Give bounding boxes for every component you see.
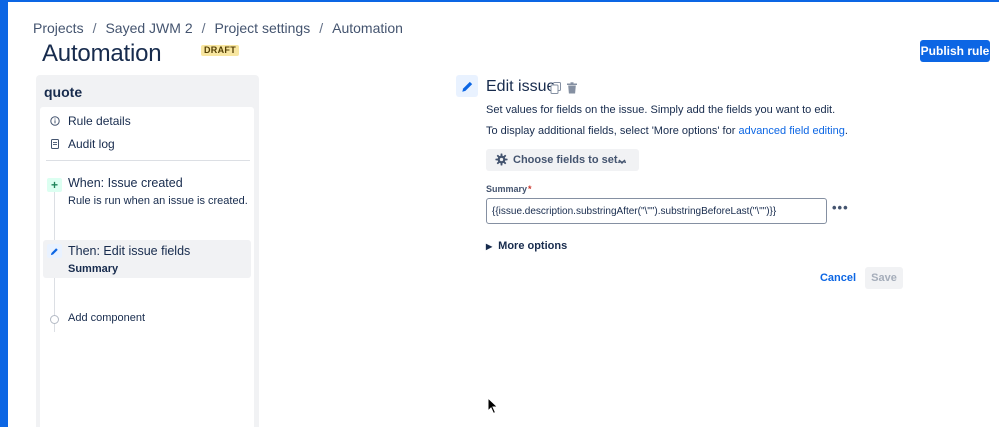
caret-right-icon: ▶ (486, 241, 493, 251)
publish-rule-button[interactable]: Publish rule (920, 40, 990, 62)
summary-field-input[interactable] (486, 198, 827, 224)
chevron-down-icon (618, 156, 626, 168)
rule-details-label: Rule details (68, 114, 131, 128)
audit-log-label: Audit log (68, 137, 115, 151)
pencil-icon (47, 244, 62, 258)
window-frame-left (0, 0, 8, 427)
save-button[interactable]: Save (865, 267, 903, 289)
rule-details-link[interactable]: Rule details (40, 110, 254, 132)
trigger-description: Rule is run when an issue is created. (68, 195, 248, 207)
summary-label-text: Summary (486, 184, 528, 194)
cancel-button[interactable]: Cancel (815, 267, 861, 289)
plus-icon: + (47, 178, 62, 192)
info-icon (50, 116, 60, 126)
breadcrumb-separator: / (201, 20, 206, 36)
pencil-icon (456, 75, 478, 97)
more-icon[interactable]: ••• (832, 200, 849, 215)
advanced-field-editing-link[interactable]: advanced field editing (738, 125, 844, 137)
additional-info-prefix: To display additional fields, select 'Mo… (486, 125, 739, 137)
additional-info-suffix: . (844, 125, 848, 137)
choose-fields-label: Choose fields to set... (513, 154, 627, 166)
breadcrumb: Projects / Sayed JWM 2 / Project setting… (33, 20, 403, 36)
rule-panel: quote Rule details Audit log + When: Iss… (36, 75, 259, 427)
gear-icon (495, 153, 508, 169)
trigger-title[interactable]: When: Issue created (68, 176, 183, 190)
editor-title: Edit issue (486, 78, 556, 95)
document-icon (50, 139, 60, 149)
breadcrumb-projects[interactable]: Projects (33, 20, 84, 36)
mouse-cursor-icon (487, 397, 499, 415)
trash-icon[interactable] (566, 81, 578, 94)
audit-log-link[interactable]: Audit log (40, 133, 254, 155)
rule-components-list: Rule details Audit log + When: Issue cre… (40, 107, 254, 427)
action-title: Then: Edit issue fields (68, 244, 191, 258)
action-subtitle: Summary (68, 263, 119, 275)
editor-additional-info: To display additional fields, select 'Mo… (486, 125, 848, 137)
breadcrumb-project-settings[interactable]: Project settings (215, 20, 311, 36)
page-title: Automation (42, 40, 162, 67)
breadcrumb-project[interactable]: Sayed JWM 2 (105, 20, 192, 36)
summary-field-label: Summary* (486, 184, 532, 194)
required-marker: * (528, 184, 532, 194)
more-options-toggle[interactable]: ▶ More options (486, 240, 567, 252)
add-component-dot (50, 315, 59, 324)
window-frame-top (0, 0, 999, 2)
copy-icon[interactable] (550, 81, 562, 94)
action-component[interactable]: Then: Edit issue fields Summary (43, 240, 251, 278)
more-options-label: More options (498, 240, 568, 252)
status-badge: DRAFT (201, 45, 239, 56)
rule-name: quote (44, 84, 83, 100)
add-component-button[interactable]: Add component (68, 312, 145, 324)
editor-description: Set values for fields on the issue. Simp… (486, 104, 836, 116)
breadcrumb-separator: / (319, 20, 324, 36)
divider (46, 160, 250, 161)
choose-fields-button[interactable]: Choose fields to set... (486, 149, 639, 171)
breadcrumb-automation[interactable]: Automation (332, 20, 403, 36)
breadcrumb-separator: / (92, 20, 97, 36)
